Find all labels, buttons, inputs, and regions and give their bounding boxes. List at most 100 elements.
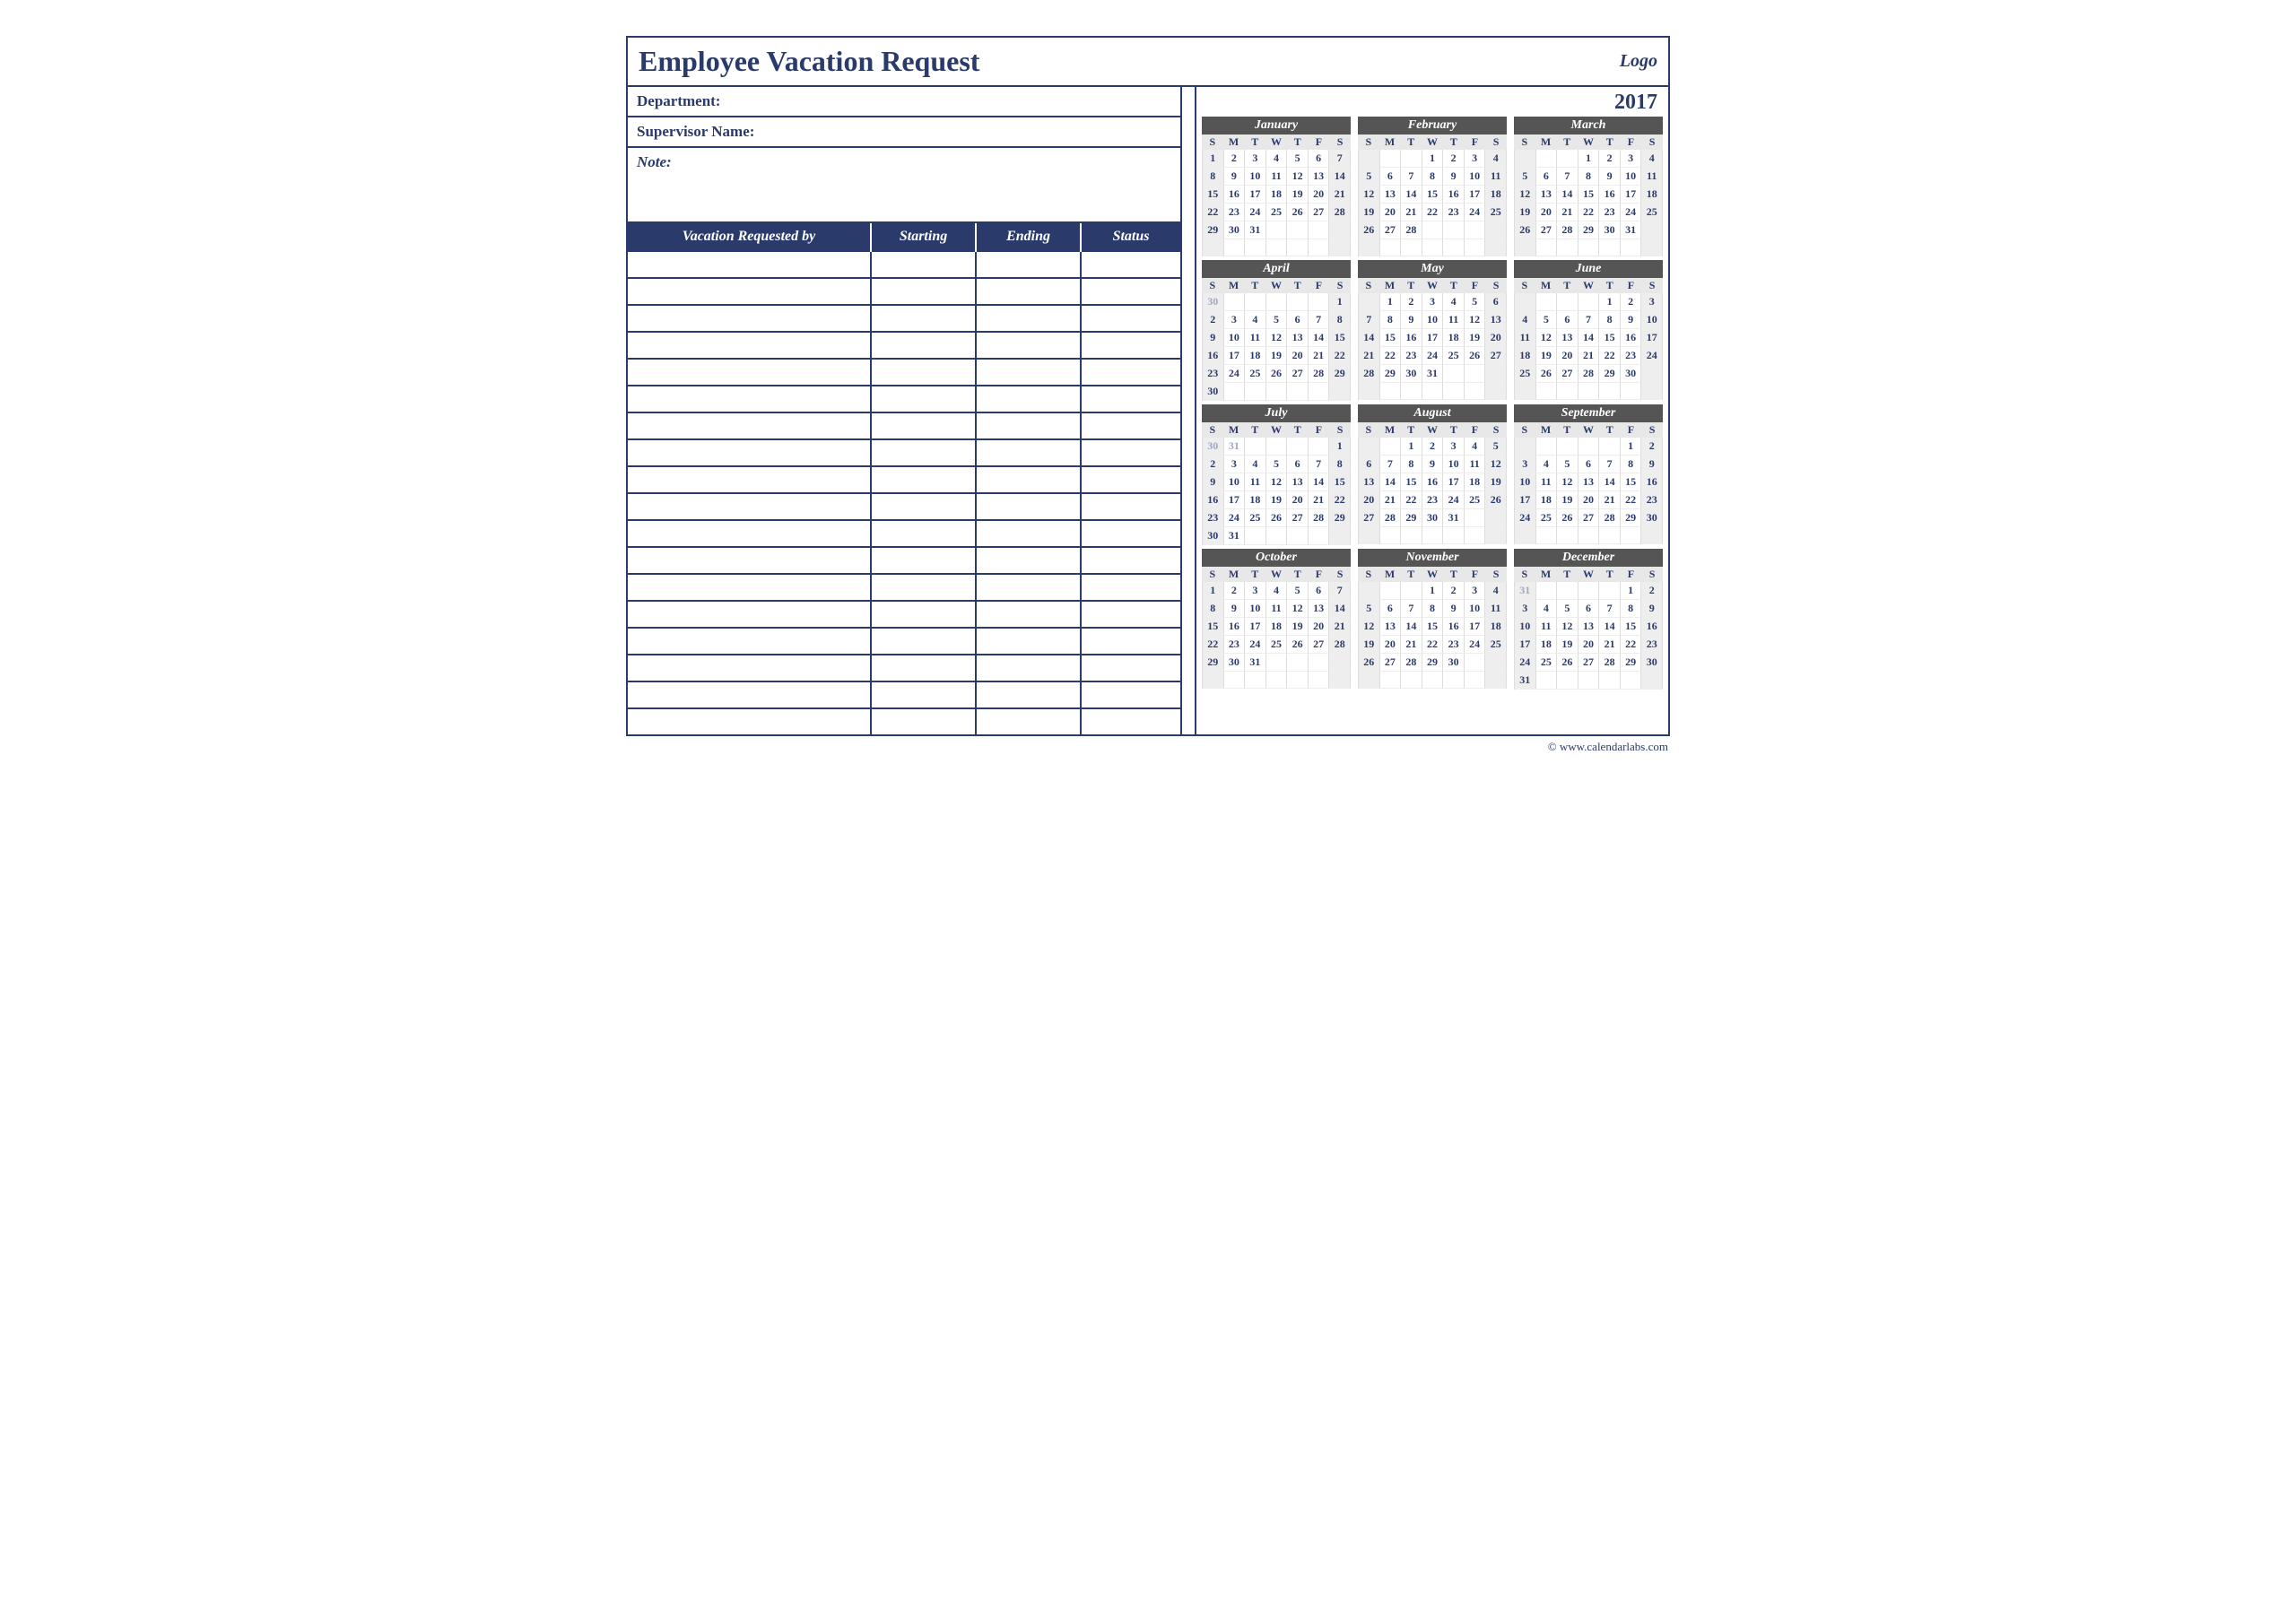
table-row[interactable] (628, 520, 1180, 547)
table-cell[interactable] (871, 359, 976, 386)
table-cell[interactable] (976, 493, 1081, 520)
table-row[interactable] (628, 251, 1180, 278)
table-cell[interactable] (976, 601, 1081, 628)
table-cell[interactable] (628, 655, 871, 681)
table-cell[interactable] (1081, 574, 1180, 601)
table-row[interactable] (628, 601, 1180, 628)
table-row[interactable] (628, 466, 1180, 493)
table-row[interactable] (628, 332, 1180, 359)
day-cell: 12 (1266, 473, 1288, 491)
table-cell[interactable] (1081, 439, 1180, 466)
table-cell[interactable] (628, 278, 871, 305)
table-row[interactable] (628, 628, 1180, 655)
table-cell[interactable] (628, 412, 871, 439)
table-cell[interactable] (1081, 601, 1180, 628)
table-cell[interactable] (628, 493, 871, 520)
table-cell[interactable] (871, 466, 976, 493)
table-cell[interactable] (976, 359, 1081, 386)
table-cell[interactable] (628, 628, 871, 655)
table-cell[interactable] (976, 547, 1081, 574)
table-cell[interactable] (628, 251, 871, 278)
table-cell[interactable] (976, 439, 1081, 466)
table-row[interactable] (628, 305, 1180, 332)
table-cell[interactable] (1081, 305, 1180, 332)
table-row[interactable] (628, 278, 1180, 305)
table-cell[interactable] (628, 601, 871, 628)
table-row[interactable] (628, 708, 1180, 734)
day-cell: 23 (1401, 347, 1422, 365)
table-row[interactable] (628, 359, 1180, 386)
table-row[interactable] (628, 681, 1180, 708)
table-cell[interactable] (1081, 412, 1180, 439)
table-cell[interactable] (628, 439, 871, 466)
table-cell[interactable] (628, 520, 871, 547)
table-cell[interactable] (1081, 708, 1180, 734)
table-cell[interactable] (1081, 655, 1180, 681)
table-cell[interactable] (871, 681, 976, 708)
table-cell[interactable] (628, 708, 871, 734)
table-row[interactable] (628, 386, 1180, 412)
table-cell[interactable] (976, 386, 1081, 412)
table-cell[interactable] (871, 574, 976, 601)
table-cell[interactable] (976, 466, 1081, 493)
note-field[interactable]: Note: (628, 148, 1180, 223)
table-row[interactable] (628, 547, 1180, 574)
table-cell[interactable] (1081, 547, 1180, 574)
table-cell[interactable] (1081, 466, 1180, 493)
table-cell[interactable] (1081, 493, 1180, 520)
table-cell[interactable] (976, 628, 1081, 655)
table-cell[interactable] (871, 439, 976, 466)
table-cell[interactable] (628, 681, 871, 708)
table-cell[interactable] (871, 278, 976, 305)
day-cell: 30 (1422, 509, 1444, 527)
supervisor-field[interactable]: Supervisor Name: (628, 117, 1180, 148)
table-cell[interactable] (976, 708, 1081, 734)
table-cell[interactable] (871, 601, 976, 628)
table-cell[interactable] (628, 574, 871, 601)
table-cell[interactable] (871, 547, 976, 574)
table-cell[interactable] (1081, 628, 1180, 655)
table-cell[interactable] (1081, 332, 1180, 359)
table-row[interactable] (628, 412, 1180, 439)
department-field[interactable]: Department: (628, 87, 1180, 117)
table-cell[interactable] (628, 466, 871, 493)
table-cell[interactable] (1081, 278, 1180, 305)
table-cell[interactable] (1081, 386, 1180, 412)
table-cell[interactable] (871, 305, 976, 332)
table-cell[interactable] (871, 655, 976, 681)
table-cell[interactable] (871, 251, 976, 278)
table-row[interactable] (628, 655, 1180, 681)
table-cell[interactable] (976, 655, 1081, 681)
table-cell[interactable] (1081, 681, 1180, 708)
table-cell[interactable] (976, 412, 1081, 439)
day-cell: 18 (1536, 636, 1558, 654)
table-cell[interactable] (976, 305, 1081, 332)
day-cell: 25 (1465, 491, 1486, 509)
table-cell[interactable] (628, 305, 871, 332)
table-cell[interactable] (1081, 251, 1180, 278)
table-cell[interactable] (976, 681, 1081, 708)
table-cell[interactable] (871, 493, 976, 520)
table-cell[interactable] (1081, 520, 1180, 547)
table-cell[interactable] (871, 332, 976, 359)
day-cell: 20 (1485, 329, 1507, 347)
table-row[interactable] (628, 493, 1180, 520)
table-cell[interactable] (628, 332, 871, 359)
table-cell[interactable] (871, 520, 976, 547)
table-cell[interactable] (976, 251, 1081, 278)
table-cell[interactable] (628, 359, 871, 386)
table-cell[interactable] (628, 386, 871, 412)
table-cell[interactable] (976, 278, 1081, 305)
table-cell[interactable] (976, 520, 1081, 547)
table-cell[interactable] (871, 708, 976, 734)
table-cell[interactable] (871, 412, 976, 439)
table-cell[interactable] (628, 547, 871, 574)
table-cell[interactable] (871, 386, 976, 412)
table-row[interactable] (628, 574, 1180, 601)
table-cell[interactable] (871, 628, 976, 655)
table-cell[interactable] (976, 574, 1081, 601)
table-cell[interactable] (1081, 359, 1180, 386)
day-empty (1359, 582, 1380, 600)
table-row[interactable] (628, 439, 1180, 466)
table-cell[interactable] (976, 332, 1081, 359)
